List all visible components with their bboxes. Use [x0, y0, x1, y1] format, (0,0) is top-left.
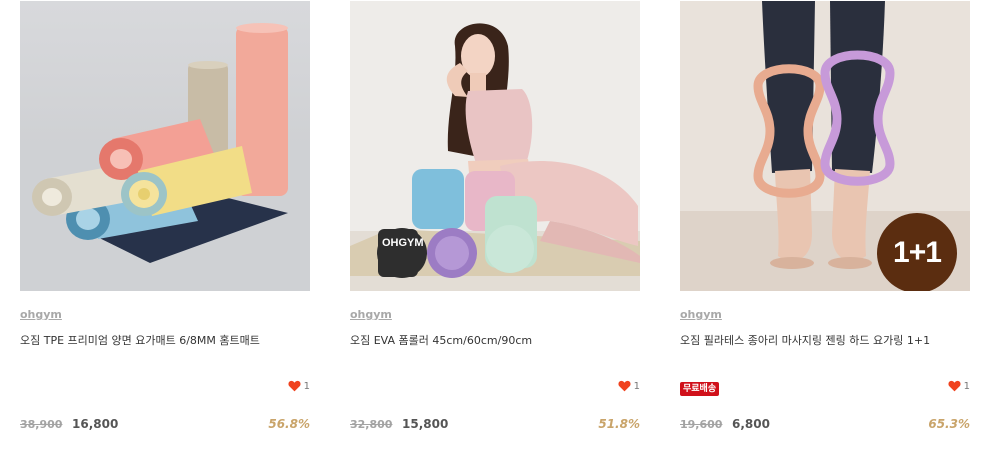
yoga-mat-image-icon [20, 1, 310, 291]
heart-icon [948, 380, 961, 392]
foam-roller-image-icon: OHGYM [350, 1, 640, 291]
discount-rate: 65.3% [928, 417, 970, 431]
product-card[interactable]: 1+1 ohgym 오짐 필라테스 종아리 마사지링 젠링 하드 요가링 1+1… [680, 0, 970, 470]
sale-price: 6,800 [732, 417, 770, 431]
brand-link[interactable]: ohgym [20, 308, 62, 321]
product-title[interactable]: 오짐 TPE 프리미엄 양면 요가매트 6/8MM 홈트매트 [20, 332, 260, 348]
discount-rate: 56.8% [268, 417, 310, 431]
brand-link[interactable]: ohgym [350, 308, 392, 321]
like-count: 1 [303, 380, 310, 392]
price-row: 32,800 15,800 51.8% [350, 417, 640, 433]
heart-icon [618, 380, 631, 392]
product-image[interactable]: OHGYM [350, 1, 640, 291]
original-price: 38,900 [20, 418, 63, 431]
product-card[interactable]: ohgym 오짐 TPE 프리미엄 양면 요가매트 6/8MM 홈트매트 1 3… [20, 0, 310, 470]
product-image[interactable]: 1+1 [680, 1, 970, 291]
like-count: 1 [633, 380, 640, 392]
like-button[interactable]: 1 [618, 380, 640, 392]
sale-price: 15,800 [402, 417, 449, 431]
original-price: 19,600 [680, 418, 723, 431]
price-row: 19,600 6,800 65.3% [680, 417, 970, 433]
promo-1plus1-badge: 1+1 [877, 213, 957, 291]
product-card[interactable]: OHGYM ohgym 오짐 EVA 폼롤러 45cm/60cm/90cm 1 … [350, 0, 640, 470]
product-title[interactable]: 오짐 EVA 폼롤러 45cm/60cm/90cm [350, 332, 532, 348]
original-price: 32,800 [350, 418, 393, 431]
like-button[interactable]: 1 [288, 380, 310, 392]
roller-logo: OHGYM [382, 237, 424, 249]
free-shipping-badge: 무료배송 [680, 382, 720, 396]
like-button[interactable]: 1 [948, 380, 970, 392]
sale-price: 16,800 [72, 417, 119, 431]
price-row: 38,900 16,800 56.8% [20, 417, 310, 433]
discount-rate: 51.8% [598, 417, 640, 431]
heart-icon [288, 380, 301, 392]
product-title[interactable]: 오짐 필라테스 종아리 마사지링 젠링 하드 요가링 1+1 [680, 332, 930, 348]
like-count: 1 [963, 380, 970, 392]
brand-link[interactable]: ohgym [680, 308, 722, 321]
product-image[interactable] [20, 1, 310, 291]
